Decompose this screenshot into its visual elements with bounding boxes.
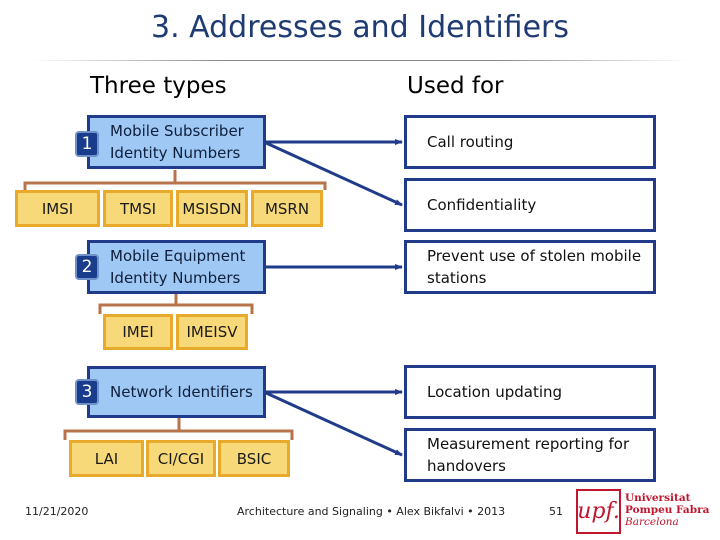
- use-box-prevent-stolen: Prevent use of stolen mobile stations: [404, 240, 656, 294]
- use-box-location-updating: Location updating: [404, 365, 656, 419]
- type-box-mobile-subscriber: Mobile Subscriber Identity Numbers: [87, 115, 266, 169]
- use-box-call-routing: Call routing: [404, 115, 656, 169]
- use-label-line: Location updating: [427, 383, 563, 401]
- type-label-line: Network Identifiers: [110, 383, 253, 401]
- use-label-line: Confidentiality: [427, 196, 537, 214]
- logo-line: Pompeu Fabra: [625, 504, 710, 516]
- upf-logo-text: Universitat Pompeu Fabra Barcelona: [625, 492, 709, 528]
- type-box-network-identifiers: Network Identifiers: [87, 366, 266, 418]
- type-label-line: Mobile Subscriber: [110, 122, 244, 140]
- identifier-box: MSRN: [251, 190, 323, 227]
- use-label-line: stations: [427, 269, 487, 287]
- identifier-box: LAI: [69, 440, 144, 477]
- use-label-line: Prevent use of stolen mobile: [427, 247, 642, 265]
- identifier-box: MSISDN: [176, 190, 248, 227]
- logo-line: Universitat: [625, 492, 691, 504]
- type-box-mobile-equipment: Mobile Equipment Identity Numbers: [87, 240, 266, 294]
- type-number-badge: 2: [75, 254, 99, 280]
- type-label-line: Identity Numbers: [110, 269, 241, 287]
- footer-title: Architecture and Signaling • Alex Bikfal…: [237, 505, 506, 518]
- type-label-line: Identity Numbers: [110, 144, 241, 162]
- use-box-confidentiality: Confidentiality: [404, 178, 656, 232]
- bracket-type-3: [63, 417, 294, 440]
- identifier-box: TMSI: [103, 190, 173, 227]
- footer-date: 11/21/2020: [25, 505, 89, 518]
- use-label-line: Call routing: [427, 133, 514, 151]
- use-box-measurement-reporting: Measurement reporting for handovers: [404, 428, 656, 482]
- type-number-badge: 3: [75, 379, 99, 405]
- identifier-box: IMEISV: [176, 314, 248, 350]
- identifier-box: BSIC: [218, 440, 290, 477]
- logo-line: Barcelona: [625, 516, 679, 528]
- page-number: 51: [549, 505, 563, 518]
- upf-logo-mark: upf.: [576, 489, 621, 534]
- identifier-box: IMSI: [15, 190, 100, 227]
- bracket-type-1: [23, 170, 327, 190]
- type-label-line: Mobile Equipment: [110, 247, 246, 265]
- identifier-box: CI/CGI: [146, 440, 216, 477]
- bracket-type-2: [98, 294, 254, 314]
- use-label-line: handovers: [427, 457, 506, 475]
- use-label-line: Measurement reporting for: [427, 435, 630, 453]
- type-number-badge: 1: [75, 131, 99, 157]
- identifier-box: IMEI: [103, 314, 173, 350]
